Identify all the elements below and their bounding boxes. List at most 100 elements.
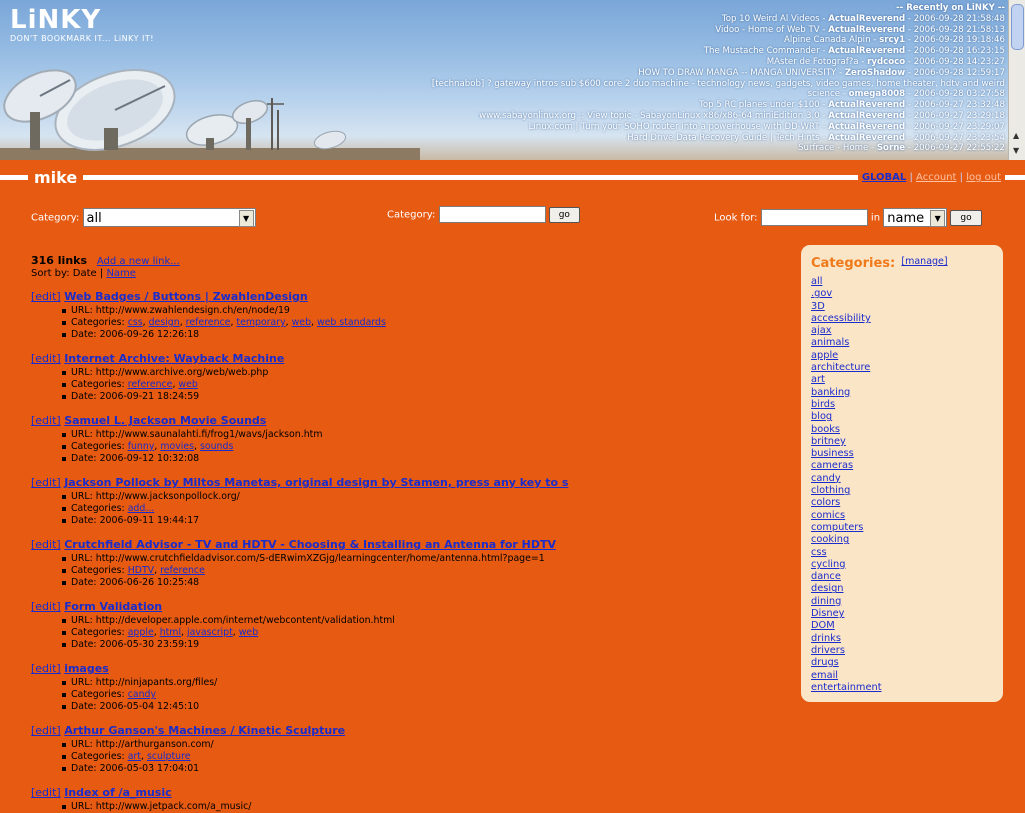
edit-link[interactable]: [edit]: [31, 600, 61, 613]
category-link[interactable]: drinks: [811, 633, 841, 644]
category-tag-link[interactable]: design: [149, 317, 180, 328]
category-link[interactable]: .gov: [811, 288, 832, 299]
category-tag-link[interactable]: temporary: [236, 317, 285, 328]
add-link-button[interactable]: Add a new link...: [97, 256, 180, 267]
category-tag-link[interactable]: movies: [160, 441, 194, 452]
recent-scrollbar[interactable]: ▲ ▼: [1008, 0, 1025, 160]
category-go-button[interactable]: go: [548, 206, 580, 223]
recent-row[interactable]: Surfrace - Home - Sorne - 2006-09-27 22:…: [405, 143, 1005, 154]
scrollbar-thumb[interactable]: [1011, 4, 1024, 50]
category-link[interactable]: dance: [811, 571, 841, 582]
recent-row[interactable]: www.sabayonlinux.org :: View topic - Sab…: [405, 111, 1005, 122]
edit-link[interactable]: [edit]: [31, 290, 61, 303]
logout-link[interactable]: log out: [966, 172, 1001, 183]
edit-link[interactable]: [edit]: [31, 476, 61, 489]
recent-row[interactable]: Hard Drive Data Recovery Guide | Tech Hi…: [405, 133, 1005, 144]
link-title[interactable]: Samuel L. Jackson Movie Sounds: [64, 414, 266, 427]
category-tag-link[interactable]: candy: [128, 689, 156, 700]
link-title[interactable]: images: [64, 662, 109, 675]
category-tag-link[interactable]: funny: [128, 441, 155, 452]
category-link[interactable]: colors: [811, 497, 840, 508]
category-link[interactable]: computers: [811, 522, 863, 533]
link-title[interactable]: Web Badges / Buttons | ZwahlenDesign: [64, 290, 308, 303]
category-link[interactable]: cooking: [811, 534, 849, 545]
category-tag-link[interactable]: web standards: [317, 317, 386, 328]
category-tag-link[interactable]: HDTV: [128, 565, 154, 576]
category-tag-link[interactable]: css: [128, 317, 143, 328]
category-link[interactable]: DOM: [811, 620, 835, 631]
search-field-select[interactable]: name ▼: [883, 208, 948, 227]
recent-row[interactable]: [technabob] ? gateway intros sub $600 co…: [405, 79, 1005, 101]
manage-categories-link[interactable]: [manage]: [901, 256, 947, 267]
category-link[interactable]: ajax: [811, 325, 832, 336]
category-link[interactable]: entertainment: [811, 682, 882, 693]
category-tag-link[interactable]: sculpture: [147, 751, 191, 762]
recent-row[interactable]: Vidoo - Home of Web TV - ActualReverend …: [405, 25, 1005, 36]
dropdown-arrow-icon[interactable]: ▼: [238, 210, 254, 227]
category-link[interactable]: cycling: [811, 559, 845, 570]
category-link[interactable]: design: [811, 583, 844, 594]
category-link[interactable]: drugs: [811, 657, 839, 668]
category-tag-link[interactable]: web: [292, 317, 311, 328]
category-tag-link[interactable]: art: [128, 751, 141, 762]
logo[interactable]: LiNKY DON'T BOOKMARK IT... LiNKY IT!: [10, 7, 154, 43]
account-link[interactable]: Account: [916, 172, 956, 183]
link-title[interactable]: Form Validation: [64, 600, 162, 613]
search-go-button[interactable]: go: [950, 209, 982, 226]
category-link[interactable]: comics: [811, 510, 845, 521]
category-link[interactable]: blog: [811, 411, 832, 422]
recent-row[interactable]: Alpine Canada Alpin - srcy1 - 2006-09-28…: [405, 35, 1005, 46]
recent-row[interactable]: The Mustache Commander - ActualReverend …: [405, 46, 1005, 57]
category-tag-link[interactable]: web: [239, 627, 258, 638]
edit-link[interactable]: [edit]: [31, 352, 61, 365]
category-link[interactable]: banking: [811, 387, 850, 398]
edit-link[interactable]: [edit]: [31, 538, 61, 551]
category-link[interactable]: birds: [811, 399, 835, 410]
category-tag-link[interactable]: reference: [160, 565, 205, 576]
category-link[interactable]: css: [811, 547, 827, 558]
category-link[interactable]: apple: [811, 350, 838, 361]
category-link[interactable]: drivers: [811, 645, 845, 656]
recent-row[interactable]: Top 5 RC planes under $100 - ActualRever…: [405, 100, 1005, 111]
category-link[interactable]: 3D: [811, 301, 825, 312]
scroll-down-icon[interactable]: ▼: [1013, 146, 1019, 155]
category-tag-link[interactable]: sounds: [200, 441, 233, 452]
recent-row[interactable]: MAster de Fotograf?a - rydcoco - 2006-09…: [405, 57, 1005, 68]
recent-row[interactable]: HOW TO DRAW MANGA -- MANGA UNIVERSITY - …: [405, 68, 1005, 79]
dropdown-arrow-icon[interactable]: ▼: [930, 210, 946, 227]
edit-link[interactable]: [edit]: [31, 414, 61, 427]
category-select[interactable]: all ▼: [82, 208, 256, 227]
sort-name-link[interactable]: Name: [106, 268, 136, 279]
category-tag-link[interactable]: javascript: [187, 627, 233, 638]
category-tag-link[interactable]: add...: [128, 503, 155, 514]
category-tag-link[interactable]: html: [160, 627, 181, 638]
category-link[interactable]: architecture: [811, 362, 870, 373]
category-link[interactable]: clothing: [811, 485, 850, 496]
category-link[interactable]: books: [811, 424, 840, 435]
category-link[interactable]: art: [811, 374, 825, 385]
category-tag-link[interactable]: apple: [128, 627, 154, 638]
link-title[interactable]: Crutchfield Advisor - TV and HDTV - Choo…: [64, 538, 556, 551]
category-link[interactable]: dining: [811, 596, 841, 607]
scroll-up-icon[interactable]: ▲: [1013, 131, 1019, 140]
category-link[interactable]: Disney: [811, 608, 844, 619]
category-tag-link[interactable]: reference: [128, 379, 173, 390]
link-title[interactable]: Jackson Pollock by Miltos Manetas, origi…: [64, 476, 568, 489]
category-tag-link[interactable]: reference: [186, 317, 231, 328]
category-link[interactable]: accessibility: [811, 313, 871, 324]
category-link[interactable]: britney: [811, 436, 846, 447]
link-title[interactable]: Arthur Ganson's Machines / Kinetic Sculp…: [64, 724, 345, 737]
category-link[interactable]: email: [811, 670, 838, 681]
link-title[interactable]: Internet Archive: Wayback Machine: [64, 352, 284, 365]
category-link[interactable]: all: [811, 276, 822, 287]
global-link[interactable]: GLOBAL: [862, 172, 906, 183]
category-input[interactable]: [438, 206, 546, 223]
recent-row[interactable]: Linux.com | Turn your SOHO router into a…: [405, 122, 1005, 133]
search-input[interactable]: [760, 209, 868, 226]
category-tag-link[interactable]: web: [178, 379, 197, 390]
edit-link[interactable]: [edit]: [31, 662, 61, 675]
category-link[interactable]: candy: [811, 473, 841, 484]
category-link[interactable]: business: [811, 448, 854, 459]
recent-row[interactable]: Top 10 Weird Al Videos - ActualReverend …: [405, 14, 1005, 25]
category-link[interactable]: cameras: [811, 460, 853, 471]
